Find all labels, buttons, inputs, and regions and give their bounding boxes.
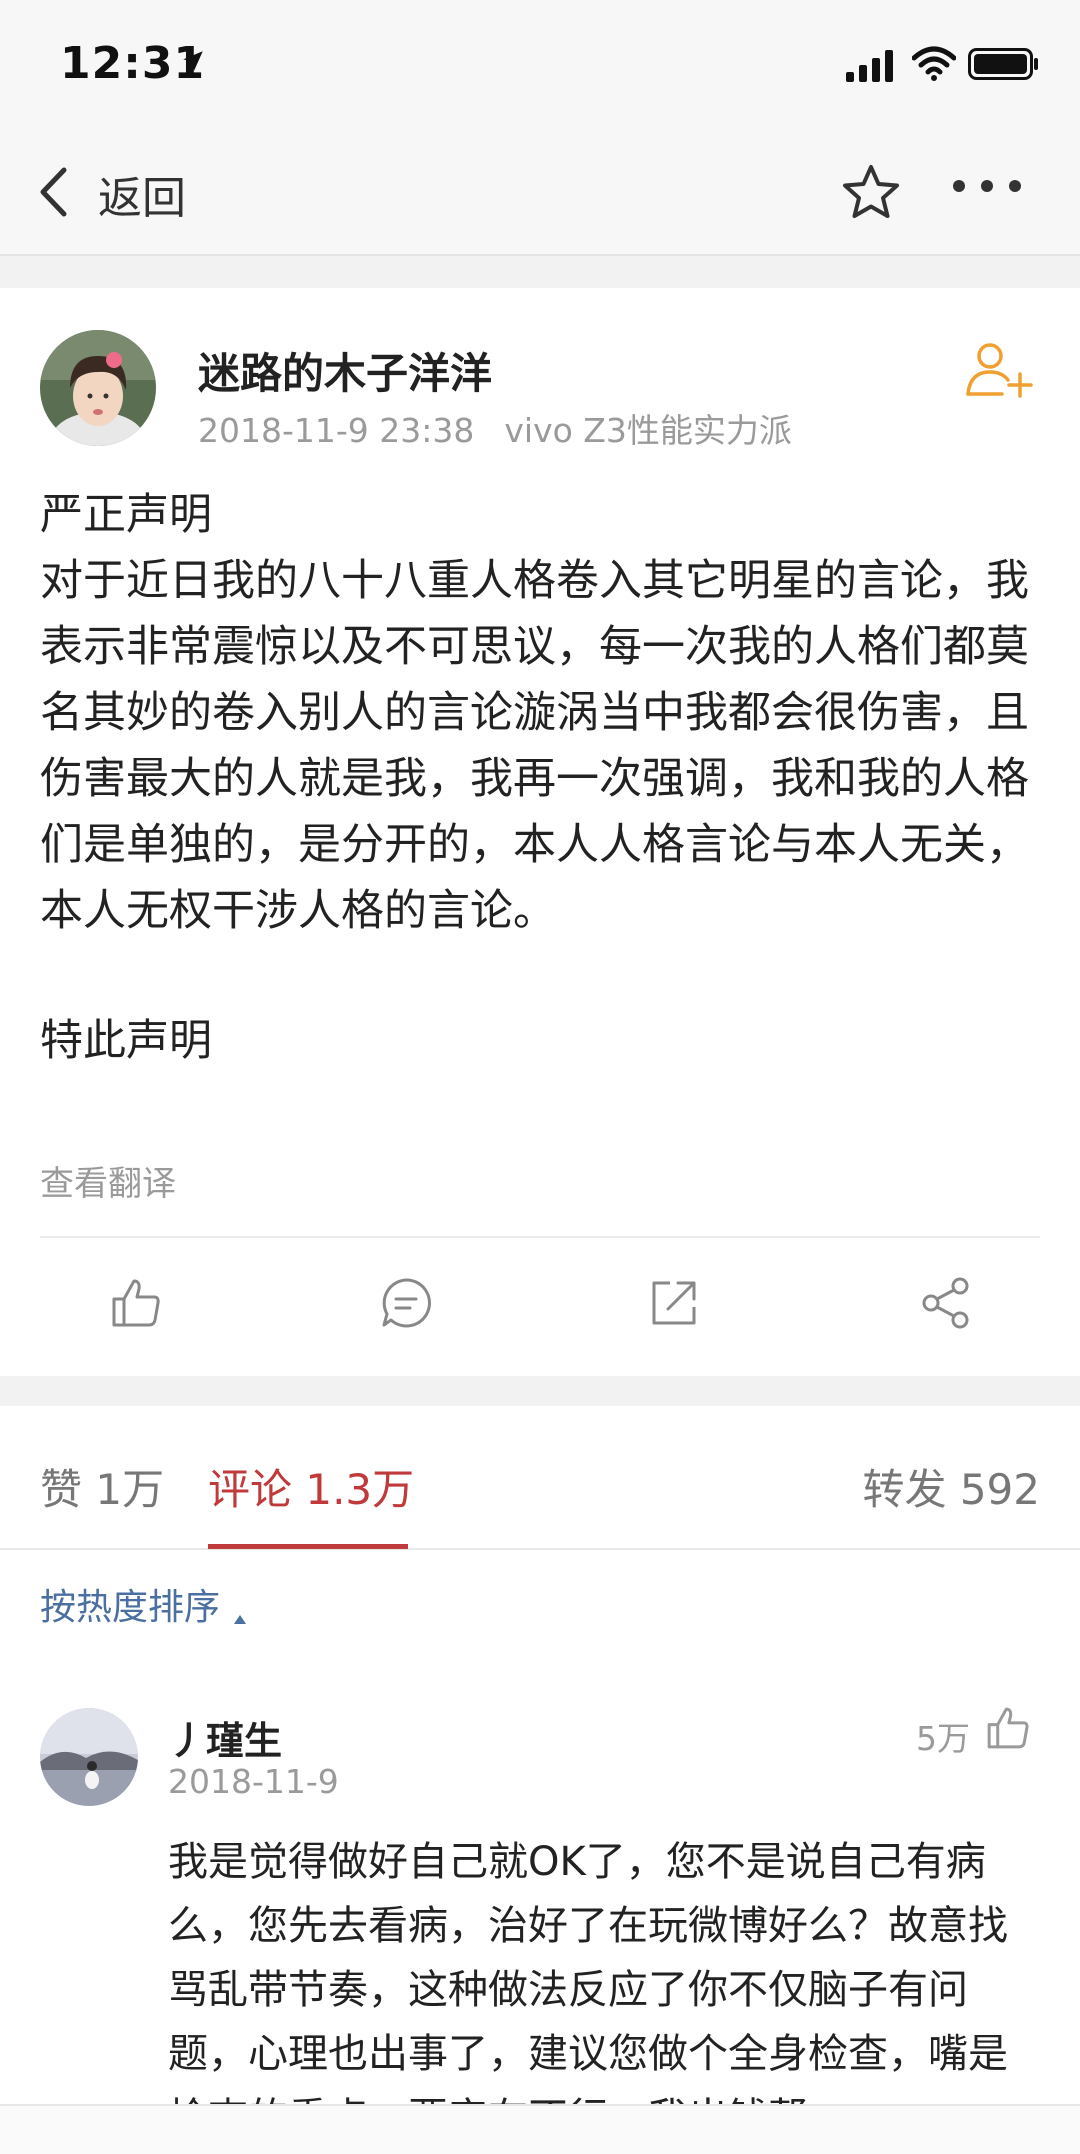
divider	[40, 1236, 1040, 1238]
active-tab-indicator	[208, 1544, 408, 1549]
post-body: 严正声明 对于近日我的八十八重人格卷入其它明星的言论，我表示非常震惊以及不可思议…	[40, 482, 1040, 1074]
translate-link[interactable]: 查看翻译	[40, 1156, 176, 1205]
add-friend-icon[interactable]	[964, 340, 1034, 404]
back-button[interactable]: 返回	[38, 164, 186, 224]
post-timestamp: 2018-11-9 23:38	[198, 411, 475, 450]
comment-icon[interactable]	[376, 1273, 436, 1333]
caret-icon	[234, 1615, 247, 1624]
comment-text: 我是觉得做好自己就OK了，您不是说自己有病么，您先去看病，治好了在玩微博好么？故…	[168, 1839, 1008, 2108]
thumbs-up-icon[interactable]	[106, 1273, 166, 1333]
post-meta: 2018-11-9 23:38 vivo Z3性能实力派	[198, 404, 792, 452]
share-icon[interactable]	[916, 1273, 976, 1333]
post-device: vivo Z3性能实力派	[504, 411, 792, 450]
tab-likes[interactable]: 赞 1万	[40, 1456, 164, 1517]
repost-icon[interactable]	[644, 1273, 704, 1333]
bottom-bar	[0, 2104, 1080, 2154]
more-icon[interactable]	[952, 178, 1022, 197]
star-icon[interactable]	[842, 164, 900, 224]
post-closing: 特此声明	[40, 1016, 212, 1066]
comment-like-count: 5万	[916, 1719, 970, 1758]
comment-avatar[interactable]	[40, 1708, 138, 1806]
post-title: 严正声明	[40, 490, 212, 540]
back-label: 返回	[98, 173, 186, 224]
tab-reposts[interactable]: 转发 592	[862, 1456, 1040, 1517]
nav-bar: 返回	[0, 130, 1080, 256]
sort-label: 按热度排序	[40, 1587, 221, 1628]
sort-dropdown[interactable]: 按热度排序	[40, 1578, 247, 1630]
wifi-icon	[911, 46, 957, 86]
post-username[interactable]: 迷路的木子洋洋	[198, 340, 492, 401]
section-gap	[0, 256, 1080, 288]
battery-icon	[968, 48, 1040, 84]
back-chevron-icon	[38, 167, 68, 221]
engagement-tabs: 赞 1万 评论 1.3万 转发 592	[0, 1406, 1080, 1550]
comment-date: 2018-11-9	[168, 1762, 339, 1801]
signal-icon	[846, 50, 898, 86]
location-arrow-icon	[180, 48, 206, 78]
post-card: 迷路的木子洋洋 2018-11-9 23:38 vivo Z3性能实力派 严正声明…	[0, 288, 1080, 1376]
avatar[interactable]	[40, 330, 156, 446]
post-content: 对于近日我的八十八重人格卷入其它明星的言论，我表示非常震惊以及不可思议，每一次我…	[40, 556, 1029, 936]
tab-comments[interactable]: 评论 1.3万	[208, 1456, 414, 1517]
comment-username[interactable]: 丿瑾生	[168, 1710, 282, 1765]
thumbs-up-icon[interactable]	[984, 1704, 1032, 1756]
status-bar: 12:31	[0, 0, 1080, 130]
section-gap	[0, 1376, 1080, 1406]
